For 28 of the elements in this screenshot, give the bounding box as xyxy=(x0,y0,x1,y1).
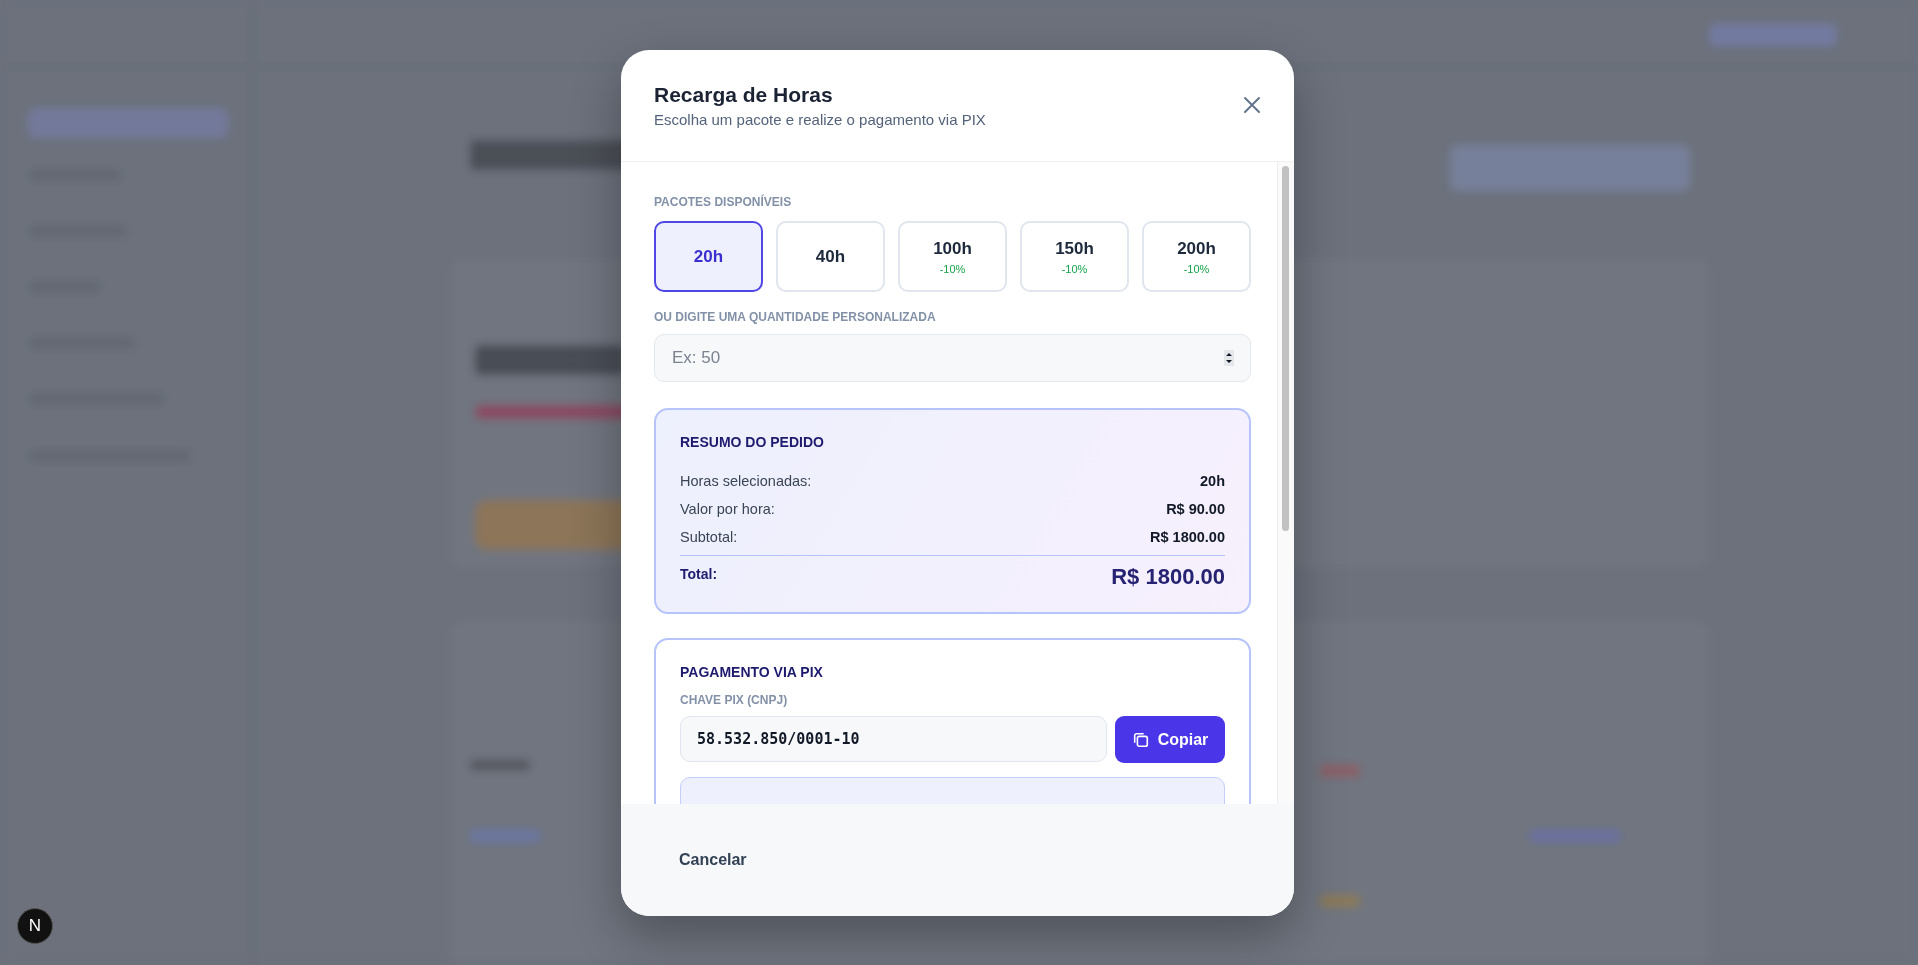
pix-key-field[interactable]: 58.532.850/0001-10 xyxy=(680,716,1107,762)
summary-label: Valor por hora: xyxy=(680,501,775,517)
copy-button[interactable]: Copiar xyxy=(1115,716,1225,763)
summary-value: R$ 1800.00 xyxy=(1150,529,1225,545)
dialog-subtitle: Escolha um pacote e realize o pagamento via PIX xyxy=(654,111,986,128)
card-title: RESUMO DO PEDIDO xyxy=(680,434,825,450)
package-option[interactable]: 200h -10% xyxy=(1142,221,1251,292)
field-label: OU DIGITE UMA QUANTIDADE PERSONALIZADA xyxy=(654,310,937,324)
section-label: PACOTES DISPONÍVEIS xyxy=(654,195,793,209)
package-option[interactable]: 40h xyxy=(776,221,885,292)
total-label: Total: xyxy=(680,566,718,582)
summary-value: R$ 90.00 xyxy=(1166,501,1225,517)
package-option[interactable]: 100h -10% xyxy=(898,221,1007,292)
package-option[interactable]: 150h -10% xyxy=(1020,221,1129,292)
copy-icon xyxy=(1131,730,1150,749)
card-title: PAGAMENTO VIA PIX xyxy=(680,664,824,680)
total-value: R$ 1800.00 xyxy=(1111,564,1225,590)
close-icon[interactable] xyxy=(1242,95,1262,115)
spinner-icon[interactable] xyxy=(1224,350,1234,366)
scrollbar[interactable] xyxy=(1277,162,1294,804)
hours-input-field[interactable]: Ex: 50 xyxy=(654,334,1251,382)
field-label: CHAVE PIX (CNPJ) xyxy=(680,693,789,707)
summary-label: Subtotal: xyxy=(680,529,738,545)
package-option[interactable]: 20h xyxy=(654,221,763,292)
dialog-title: Recarga de Horas xyxy=(654,83,834,107)
summary-label: Horas selecionadas: xyxy=(680,473,812,489)
summary-value: 20h xyxy=(1200,473,1225,489)
cancel-button[interactable]: Cancelar xyxy=(667,843,759,877)
